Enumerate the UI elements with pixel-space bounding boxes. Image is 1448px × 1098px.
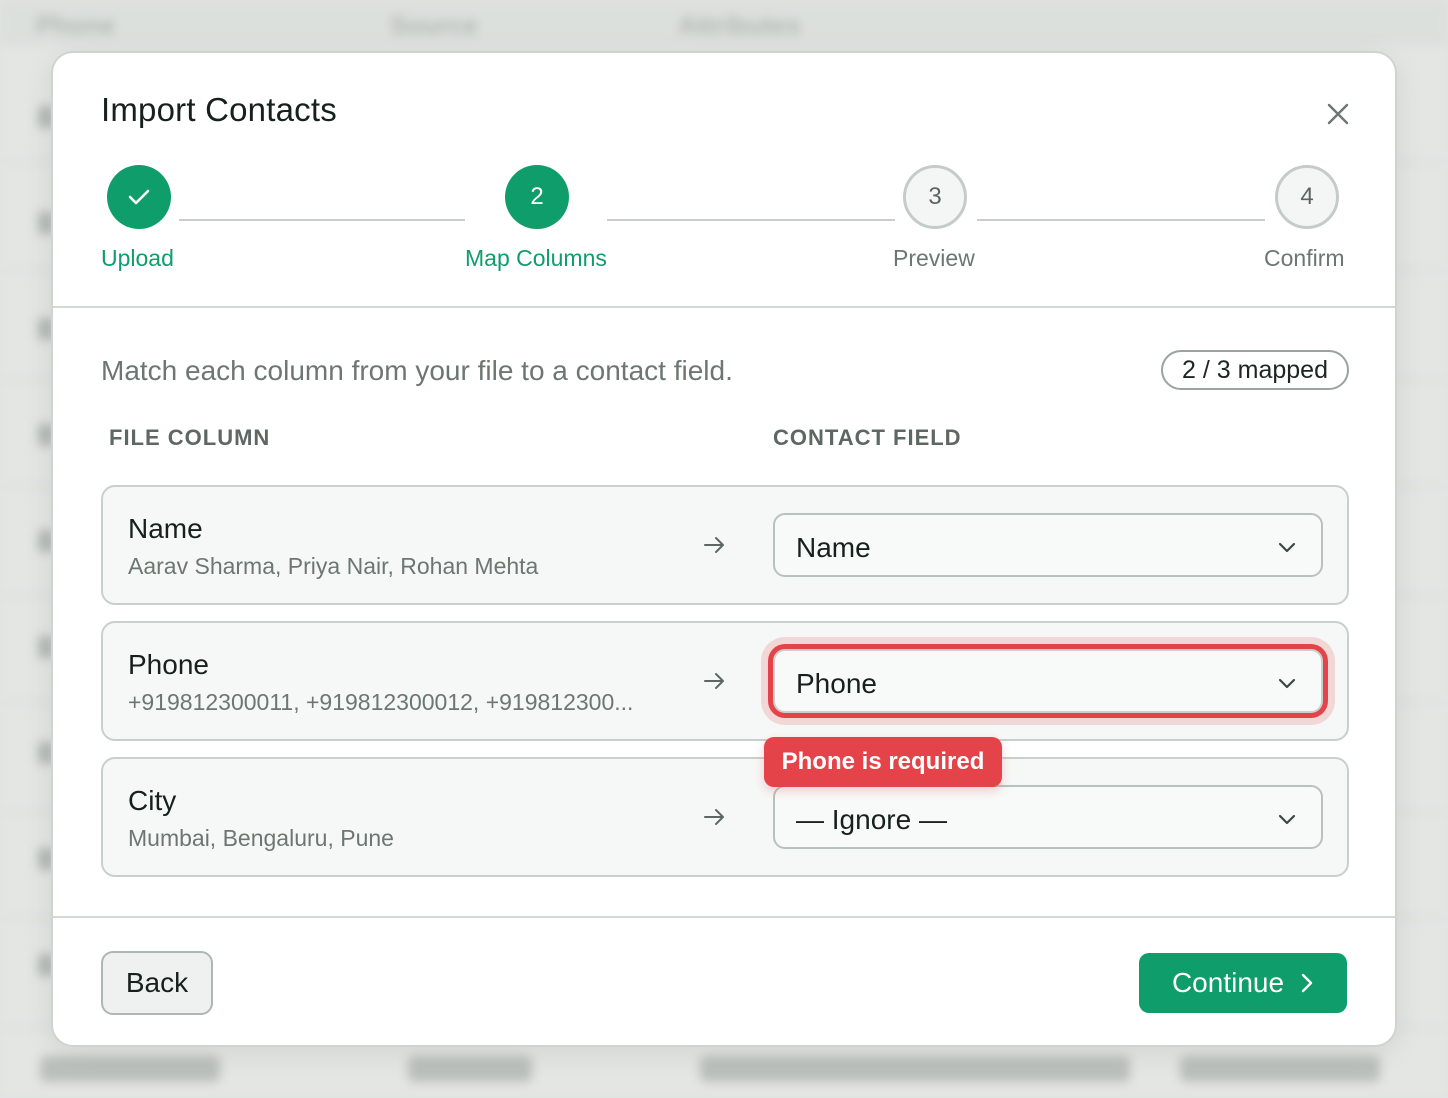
step-preview-label: Preview	[893, 245, 975, 271]
chevron-down-icon	[1278, 678, 1296, 689]
chevron-down-icon	[1278, 542, 1296, 553]
step-connector	[977, 219, 1265, 221]
select-value: — Ignore —	[796, 804, 947, 835]
step-upload-label: Upload	[101, 245, 174, 271]
chevron-down-icon	[1278, 814, 1296, 825]
contact-field-select[interactable]: Name	[773, 513, 1323, 577]
mapping-row-phone: Phone +919812300011, +919812300012, +919…	[101, 621, 1349, 741]
close-button[interactable]	[1321, 97, 1355, 131]
step-confirm-label: Confirm	[1264, 245, 1345, 271]
intro-text: Match each column from your file to a co…	[101, 355, 733, 386]
contact-field-select[interactable]: — Ignore —	[773, 785, 1323, 849]
dialog-title: Import Contacts	[101, 91, 337, 128]
mapping-row-city: City Mumbai, Bengaluru, Pune — Ignore —	[101, 757, 1349, 877]
phone-required-error: Phone is required	[764, 737, 1002, 787]
file-column-sample: Aarav Sharma, Priya Nair, Rohan Mehta	[128, 553, 539, 579]
footer-divider	[53, 916, 1395, 918]
step-upload-circle	[107, 165, 171, 229]
chevron-right-icon	[1301, 973, 1313, 993]
continue-button-label: Continue	[1171, 967, 1285, 998]
import-contacts-dialog: Import Contacts Upload 2 Map Columns 3 P…	[51, 51, 1397, 1047]
select-value: Name	[796, 532, 871, 563]
contact-field-select[interactable]: Phone	[773, 649, 1323, 713]
step-preview-circle: 3	[903, 165, 967, 229]
contact-field-header: CONTACT FIELD	[773, 425, 962, 450]
header-divider	[53, 306, 1395, 308]
step-map-columns-label: Map Columns	[465, 245, 607, 271]
file-column-name: Phone	[128, 649, 209, 680]
file-column-header: FILE COLUMN	[109, 425, 271, 450]
step-confirm-circle: 4	[1275, 165, 1339, 229]
step-connector	[179, 219, 465, 221]
step-map-columns-circle: 2	[505, 165, 569, 229]
step-connector	[607, 219, 895, 221]
arrow-right-icon	[704, 537, 724, 553]
file-column-name: City	[128, 785, 177, 816]
close-icon	[1327, 103, 1349, 125]
arrow-right-icon	[704, 809, 724, 825]
mapping-row-name: Name Aarav Sharma, Priya Nair, Rohan Meh…	[101, 485, 1349, 605]
continue-button[interactable]: Continue	[1139, 953, 1347, 1013]
check-icon	[128, 189, 150, 205]
back-button[interactable]: Back	[101, 951, 213, 1015]
file-column-sample: Mumbai, Bengaluru, Pune	[128, 825, 394, 851]
mapped-count-badge: 2 / 3 mapped	[1161, 350, 1349, 390]
file-column-sample: +919812300011, +919812300012, +919812300…	[128, 689, 634, 715]
arrow-right-icon	[704, 673, 724, 689]
select-value: Phone	[796, 668, 877, 699]
file-column-name: Name	[128, 513, 203, 544]
